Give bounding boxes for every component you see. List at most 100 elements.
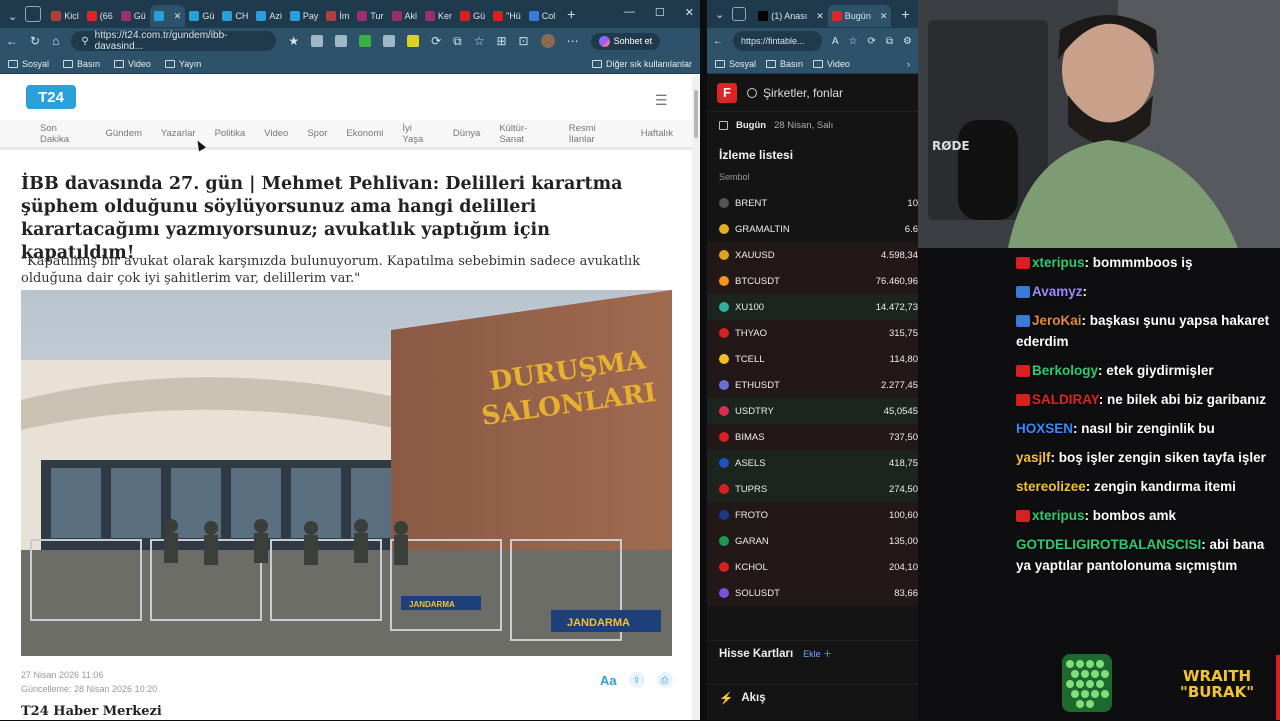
read-aloud-icon[interactable]: A bbox=[832, 36, 839, 47]
favorite-star-icon[interactable]: ★ bbox=[288, 34, 299, 48]
nav-link[interactable]: İyi Yaşa bbox=[402, 123, 433, 145]
watchlist-row[interactable]: TUPRS 274,50 bbox=[707, 476, 918, 502]
maximize-icon[interactable]: ☐ bbox=[655, 6, 665, 19]
favorites-icon[interactable]: ⚙ bbox=[903, 36, 912, 47]
avatar[interactable] bbox=[540, 34, 555, 48]
screenshot-icon[interactable]: ⊡ bbox=[519, 34, 529, 48]
company-search[interactable]: Şirketler, fonlar bbox=[747, 86, 843, 100]
minimize-icon[interactable]: — bbox=[624, 6, 635, 19]
browser-tab[interactable]: Bugün ✕ bbox=[827, 5, 892, 27]
chat-username[interactable]: yasjlf bbox=[1016, 450, 1051, 465]
nav-link[interactable]: Politika bbox=[215, 128, 246, 139]
print-icon[interactable]: ⎙ bbox=[656, 672, 673, 688]
watchlist-row[interactable]: SOLUSDT 83,66 bbox=[707, 580, 918, 606]
watchlist-row[interactable]: KCHOL 204,10 bbox=[707, 554, 918, 580]
t24-logo[interactable]: T24 bbox=[26, 85, 76, 109]
browser-tab[interactable]: "Hü bbox=[489, 5, 525, 27]
bookmark-sosyal[interactable]: Sosyal bbox=[715, 59, 756, 69]
tab-actions-icon[interactable]: ⌄ bbox=[715, 8, 724, 21]
chat-username[interactable]: stereolizee bbox=[1016, 479, 1086, 494]
back-icon[interactable]: ← bbox=[713, 36, 723, 47]
nav-link[interactable]: Kültür-Sanat bbox=[499, 123, 549, 145]
browser-tab[interactable]: Akl bbox=[388, 5, 422, 27]
nav-link[interactable]: Resmi İlanlar bbox=[569, 123, 622, 145]
watchlist-row[interactable]: FROTO 100,60 bbox=[707, 502, 918, 528]
bookmark-video[interactable]: Video bbox=[114, 59, 151, 69]
extension-icon[interactable] bbox=[335, 35, 348, 47]
other-favorites[interactable]: Diğer sık kullanılanlar bbox=[591, 59, 692, 69]
add-card-button[interactable]: Ekle ＋ bbox=[803, 647, 832, 660]
today-bar[interactable]: Bugün 28 Nisan, Salı bbox=[707, 112, 918, 138]
extension-icon[interactable] bbox=[359, 35, 372, 47]
watchlist-row[interactable]: THYAO 315,75 bbox=[707, 320, 918, 346]
nav-link[interactable]: Spor bbox=[307, 128, 327, 139]
watchlist-row[interactable]: USDTRY 45,0545 bbox=[707, 398, 918, 424]
feed-header[interactable]: ⚡ Akış bbox=[707, 684, 918, 710]
browser-tab[interactable]: Azi bbox=[252, 5, 286, 27]
close-tab-icon[interactable]: ✕ bbox=[880, 11, 888, 22]
back-icon[interactable]: ← bbox=[6, 34, 18, 48]
browser-tab[interactable]: (1) Anası ✕ bbox=[754, 5, 828, 27]
chat-username[interactable]: GOTDELIGIROTBALANSCISI bbox=[1016, 537, 1201, 552]
watchlist-row[interactable]: GRAMALTIN 6.6 bbox=[707, 216, 918, 242]
reload-icon[interactable]: ↻ bbox=[30, 34, 40, 48]
left-scrollbar[interactable] bbox=[692, 76, 700, 720]
font-size-button[interactable]: Aa bbox=[600, 673, 617, 688]
url-field[interactable]: https://fintable... bbox=[733, 31, 822, 51]
close-window-icon[interactable]: ✕ bbox=[685, 6, 694, 19]
fintables-logo[interactable]: F bbox=[717, 82, 737, 103]
new-tab-button[interactable]: + bbox=[901, 6, 909, 22]
nav-link[interactable]: Haftalık bbox=[641, 128, 673, 139]
favorites-icon[interactable]: ☆ bbox=[474, 34, 485, 48]
split-screen-icon[interactable]: ⧉ bbox=[453, 34, 462, 49]
browser-tab[interactable]: Gü bbox=[185, 5, 218, 27]
close-tab-icon[interactable]: ✕ bbox=[816, 11, 824, 22]
hamburger-menu-icon[interactable]: ☰ bbox=[655, 92, 668, 109]
extension-icon[interactable] bbox=[407, 35, 420, 47]
more-icon[interactable]: ⋯ bbox=[567, 34, 579, 48]
chat-username[interactable]: xteripus bbox=[1032, 508, 1085, 523]
browser-tab[interactable]: Pay bbox=[286, 5, 323, 27]
chat-username[interactable]: Avamyz bbox=[1032, 284, 1083, 299]
scrollbar-thumb[interactable] bbox=[694, 90, 698, 138]
tab-actions-icon[interactable]: ⌄ bbox=[4, 5, 21, 27]
browser-tab[interactable]: Ker bbox=[421, 5, 456, 27]
extension-icon[interactable] bbox=[383, 35, 396, 47]
refresh-extension-icon[interactable]: ⟳ bbox=[431, 34, 441, 48]
bookmark-basin[interactable]: Basın bbox=[63, 59, 100, 69]
workspaces-icon[interactable] bbox=[732, 7, 747, 21]
nav-link[interactable]: Gündem bbox=[105, 128, 141, 139]
bookmark-basin[interactable]: Basın bbox=[766, 59, 803, 69]
nav-link[interactable]: Yazarlar bbox=[161, 128, 196, 139]
nav-link[interactable]: Son Dakika bbox=[40, 123, 86, 145]
workspaces-icon[interactable] bbox=[25, 6, 42, 22]
browser-tab[interactable]: İm bbox=[322, 5, 353, 27]
watchlist-row[interactable]: XU100 14.472,73 bbox=[707, 294, 918, 320]
watchlist-row[interactable]: XAUUSD 4.598,34 bbox=[707, 242, 918, 268]
extension-icon[interactable] bbox=[311, 35, 324, 47]
split-screen-icon[interactable]: ⧉ bbox=[886, 36, 893, 47]
url-field[interactable]: ⚲ https://t24.com.tr/gundem/ibb-davasind… bbox=[71, 30, 277, 52]
chat-username[interactable]: HOXSEN bbox=[1016, 421, 1073, 436]
chat-username[interactable]: SALDIRAY bbox=[1032, 392, 1099, 407]
watchlist-row[interactable]: ASELS 418,75 bbox=[707, 450, 918, 476]
watchlist-row[interactable]: BTCUSDT 76.460,96 bbox=[707, 268, 918, 294]
browser-tab[interactable]: Gü bbox=[117, 5, 150, 27]
new-tab-button[interactable]: + bbox=[567, 6, 575, 22]
watchlist-row[interactable]: BRENT 10 bbox=[707, 190, 918, 216]
watchlist-row[interactable]: TCELL 114,80 bbox=[707, 346, 918, 372]
nav-link[interactable]: Ekonomi bbox=[346, 128, 383, 139]
bookmark-video[interactable]: Video bbox=[813, 59, 850, 69]
chat-username[interactable]: Berkology bbox=[1032, 363, 1098, 378]
bookmarks-chevron-icon[interactable]: › bbox=[907, 59, 910, 69]
watchlist-row[interactable]: BIMAS 737,50 bbox=[707, 424, 918, 450]
chat-username[interactable]: xteripus bbox=[1032, 255, 1085, 270]
copilot-chat-button[interactable]: Sohbet et bbox=[590, 32, 661, 50]
share-icon[interactable]: ⇪ bbox=[628, 672, 645, 688]
site-info-icon[interactable]: ⚲ bbox=[81, 36, 88, 47]
home-icon[interactable]: ⌂ bbox=[52, 34, 59, 48]
browser-tab[interactable]: Kicl bbox=[47, 5, 83, 27]
chat-username[interactable]: JeroKai bbox=[1032, 313, 1082, 328]
browser-tab[interactable]: Gü bbox=[456, 5, 489, 27]
nav-link[interactable]: Video bbox=[264, 128, 288, 139]
